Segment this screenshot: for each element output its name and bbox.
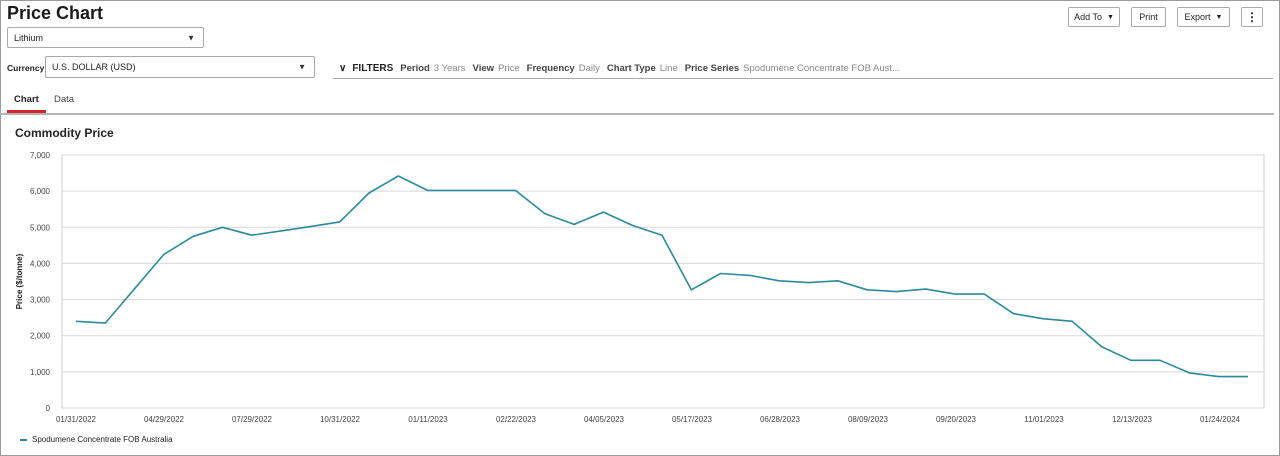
y-tick-label: 4,000	[30, 259, 51, 268]
chart-legend[interactable]: Spodumene Concentrate FOB Australia	[20, 435, 173, 444]
x-tick-label: 04/05/2023	[584, 415, 625, 424]
y-tick-label: 3,000	[30, 296, 51, 305]
x-tick-label: 02/22/2023	[496, 415, 537, 424]
x-tick-label: 01/11/2023	[408, 415, 448, 424]
x-tick-label: 08/09/2023	[848, 415, 889, 424]
x-tick-label: 09/20/2023	[936, 415, 977, 424]
y-tick-label: 5,000	[30, 223, 51, 232]
x-tick-label: 10/31/2022	[320, 415, 361, 424]
y-tick-label: 0	[46, 404, 51, 413]
x-tick-label: 05/17/2023	[672, 415, 713, 424]
y-tick-label: 2,000	[30, 332, 51, 341]
y-axis-title: Price ($/tonne)	[15, 253, 24, 309]
x-tick-label: 07/29/2022	[232, 415, 273, 424]
x-tick-label: 11/01/2023	[1024, 415, 1064, 424]
series-line-spodumene	[75, 175, 1248, 378]
price-line-chart: 0 1,000 2,000 3,000 4,000 5,000 6,000 7,000 Pric…	[15, 151, 1265, 424]
x-tick-label: 01/24/2024	[1200, 415, 1241, 424]
y-tick-label: 7,000	[30, 151, 51, 160]
x-tick-label: 01/31/2022	[56, 415, 97, 424]
y-tick-label: 6,000	[30, 187, 51, 196]
plot-area	[61, 154, 1265, 409]
legend-swatch	[20, 438, 27, 441]
y-tick-label: 1,000	[30, 368, 51, 377]
x-tick-label: 06/28/2023	[760, 415, 801, 424]
x-tick-label: 12/13/2023	[1112, 415, 1153, 424]
legend-label: Spodumene Concentrate FOB Australia	[32, 435, 173, 444]
x-tick-label: 04/29/2022	[144, 415, 185, 424]
